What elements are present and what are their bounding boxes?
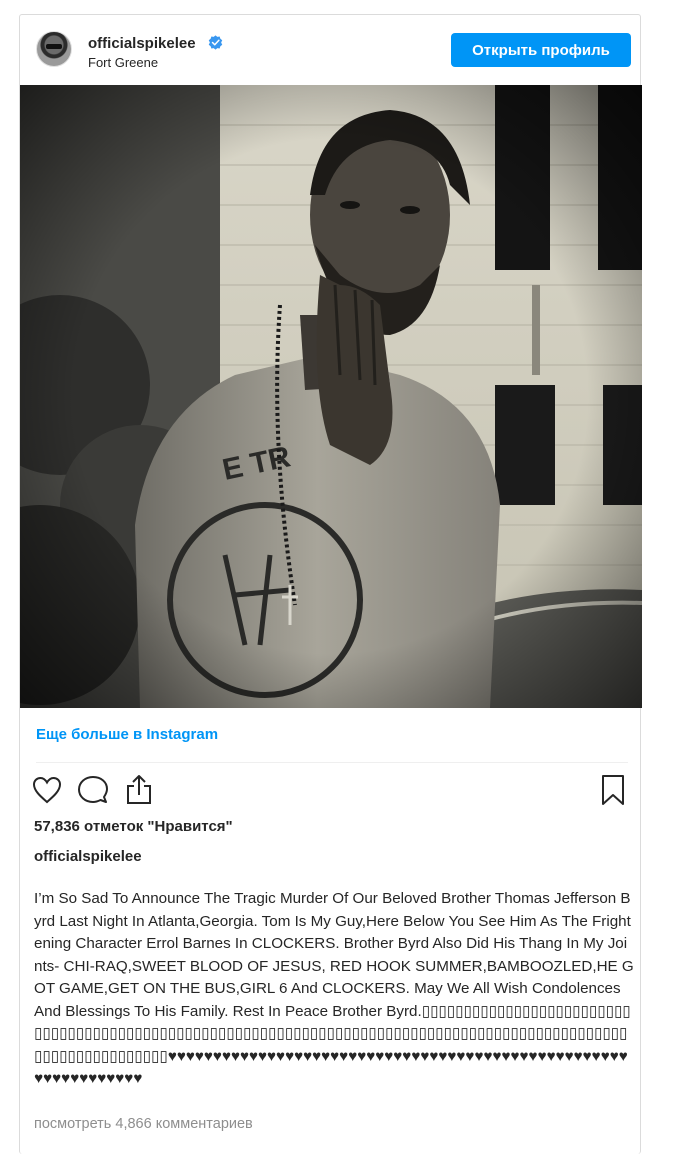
comment-bubble-icon[interactable] bbox=[76, 773, 110, 807]
username[interactable]: officialspikelee bbox=[88, 35, 196, 52]
verified-badge-icon bbox=[208, 35, 223, 50]
instagram-embed-card: officialspikelee Fort Greene Открыть про… bbox=[19, 14, 642, 1154]
share-icon[interactable] bbox=[122, 773, 156, 807]
action-bar bbox=[30, 771, 630, 811]
more-on-instagram-link[interactable]: Еще больше в Instagram bbox=[36, 726, 218, 743]
location[interactable]: Fort Greene bbox=[88, 55, 158, 70]
avatar[interactable] bbox=[36, 31, 72, 67]
heart-outline-icon[interactable] bbox=[30, 773, 64, 807]
open-profile-button[interactable]: Открыть профиль bbox=[451, 33, 631, 67]
post-photo[interactable]: E TR bbox=[20, 85, 642, 708]
view-comments-link[interactable]: посмотреть 4,866 комментариев bbox=[34, 1116, 253, 1132]
caption-username[interactable]: officialspikelee bbox=[34, 848, 142, 865]
divider bbox=[36, 762, 628, 763]
avatar-glasses-shape bbox=[46, 44, 62, 49]
caption-text: I’m So Sad To Announce The Tragic Murder… bbox=[34, 890, 634, 1087]
likes-count[interactable]: 57,836 отметок "Нравится" bbox=[34, 818, 233, 835]
post-photo-image: E TR bbox=[20, 85, 642, 708]
bookmark-icon[interactable] bbox=[596, 773, 630, 807]
post-header: officialspikelee Fort Greene Открыть про… bbox=[20, 15, 640, 85]
